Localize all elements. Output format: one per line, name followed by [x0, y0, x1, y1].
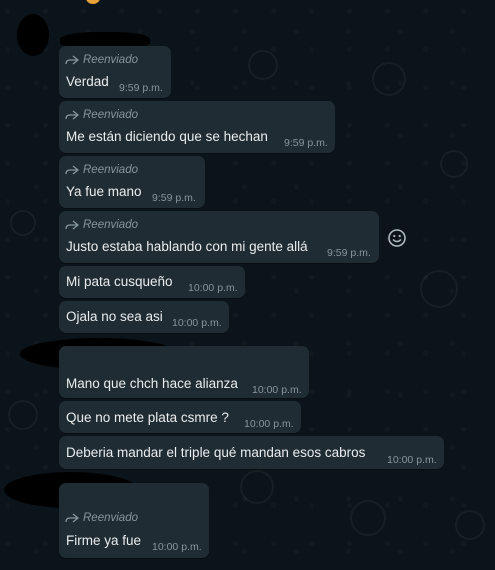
wallpaper-doodle: [248, 50, 278, 80]
message-time: 9:59 p.m.: [327, 247, 371, 259]
message-bubble[interactable]: Deberia mandar el triple qué mandan esos…: [59, 436, 444, 469]
forward-arrow-icon: [65, 110, 79, 120]
forwarded-text: Reenviado: [83, 109, 138, 121]
wallpaper-doodle: [350, 500, 386, 536]
message-time: 9:59 p.m.: [119, 82, 163, 94]
message-time: 10:00 p.m.: [252, 384, 302, 396]
message-bubble[interactable]: Reenviado Justo estaba hablando con mi g…: [59, 211, 379, 263]
message-text: Mi pata cusqueño: [66, 274, 173, 289]
message-text: Ojala no sea asi: [66, 309, 163, 324]
message-text: Mano que chch hace alianza: [66, 376, 238, 391]
wallpaper-doodle: [372, 62, 406, 96]
forwarded-text: Reenviado: [83, 164, 138, 176]
message-time: 10:00 p.m.: [244, 418, 294, 430]
forwarded-text: Reenviado: [83, 512, 138, 524]
message-text: Ya fue mano: [66, 184, 142, 199]
forwarded-label: Reenviado: [65, 164, 138, 176]
message-bubble[interactable]: Que no mete plata csmre ? 10:00 p.m.: [59, 401, 301, 433]
forwarded-text: Reenviado: [83, 54, 138, 66]
message-bubble[interactable]: Reenviado Ya fue mano 9:59 p.m.: [59, 156, 205, 208]
forwarded-label: Reenviado: [65, 109, 138, 121]
message-text: Me están diciendo que se hechan: [66, 129, 268, 144]
emoji-smiley-icon[interactable]: [387, 228, 407, 248]
message-time: 10:00 p.m.: [172, 317, 222, 329]
wallpaper-doodle: [8, 400, 38, 430]
forward-arrow-icon: [65, 513, 79, 523]
forwarded-label: Reenviado: [65, 54, 138, 66]
wallpaper-doodle: [440, 150, 468, 178]
message-time: 9:59 p.m.: [152, 192, 196, 204]
message-text: Justo estaba hablando con mi gente allá: [66, 239, 308, 254]
forwarded-text: Reenviado: [83, 219, 138, 231]
wallpaper-doodle: [240, 470, 274, 504]
message-text: Deberia mandar el triple qué mandan esos…: [66, 445, 366, 460]
forward-arrow-icon: [65, 165, 79, 175]
message-bubble[interactable]: Reenviado Me están diciendo que se hecha…: [59, 101, 335, 153]
message-bubble[interactable]: Reenviado Verdad 9:59 p.m.: [59, 46, 171, 98]
message-text: Que no mete plata csmre ?: [66, 410, 229, 425]
message-bubble[interactable]: Mi pata cusqueño 10:00 p.m.: [59, 266, 245, 298]
message-bubble[interactable]: Ojala no sea asi 10:00 p.m.: [59, 301, 229, 333]
wallpaper-doodle: [10, 210, 36, 236]
forwarded-label: Reenviado: [65, 512, 138, 524]
message-text: Verdad: [66, 74, 109, 89]
forward-arrow-icon: [65, 55, 79, 65]
forward-arrow-icon: [65, 220, 79, 230]
message-time: 10:00 p.m.: [152, 541, 202, 553]
message-time: 9:59 p.m.: [284, 137, 328, 149]
message-time: 10:00 p.m.: [188, 282, 238, 294]
message-text: Firme ya fue: [66, 533, 142, 548]
message-bubble[interactable]: Reenviado Firme ya fue 10:00 p.m.: [59, 483, 209, 558]
wallpaper-doodle: [420, 270, 458, 308]
wallpaper-doodle: [455, 510, 485, 540]
message-bubble[interactable]: Mano que chch hace alianza 10:00 p.m.: [59, 346, 309, 398]
forwarded-label: Reenviado: [65, 219, 138, 231]
avatar: [17, 14, 49, 56]
message-time: 10:00 p.m.: [387, 454, 437, 466]
